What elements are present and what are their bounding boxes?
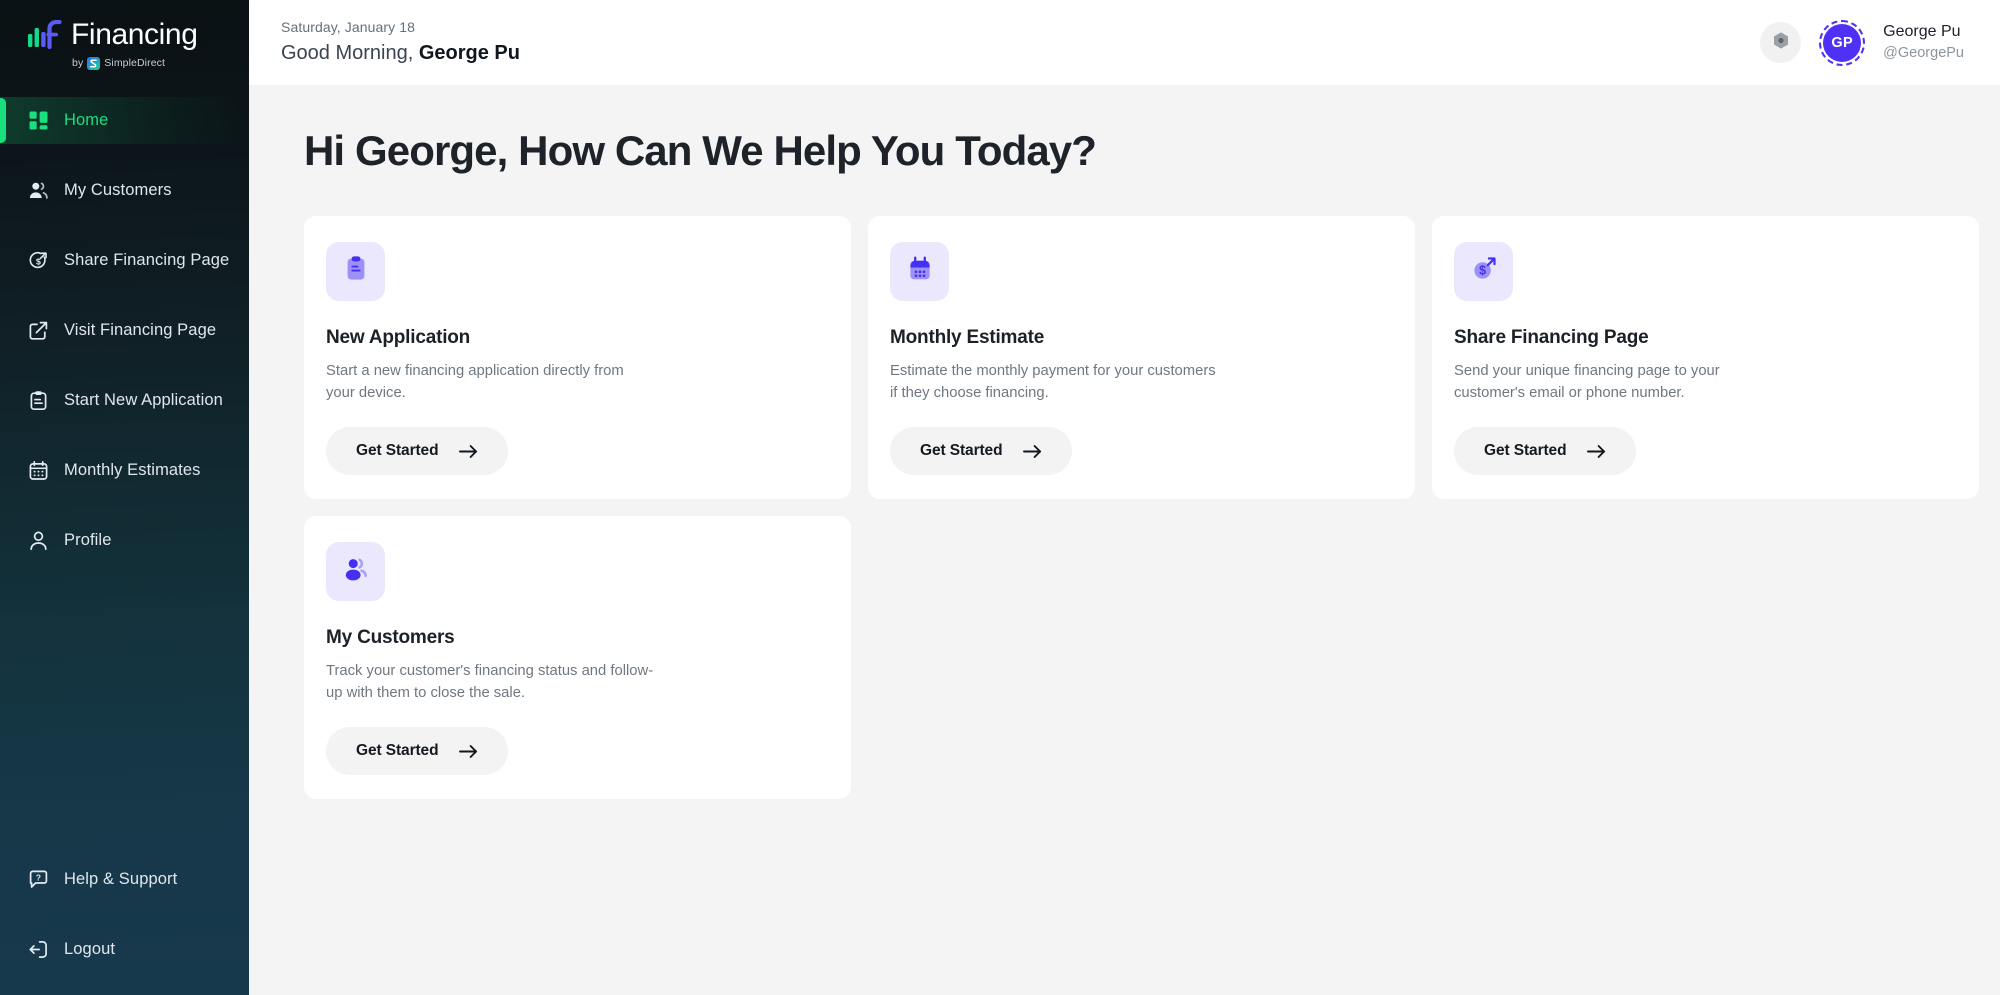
user-handle: @GeorgePu — [1883, 44, 1964, 61]
get-started-label: Get Started — [1484, 442, 1567, 459]
nav-gap — [0, 424, 249, 447]
get-started-button[interactable]: Get Started — [890, 427, 1073, 475]
app-root: Financing by SimpleDirect Home My Custom… — [0, 0, 2000, 995]
card-title: New Application — [326, 327, 471, 348]
card-icon-container — [326, 242, 385, 301]
clipboard-icon — [28, 390, 49, 411]
help-bubble-icon: ? — [28, 869, 49, 890]
settings-button[interactable] — [1760, 22, 1802, 63]
external-link-icon — [28, 320, 49, 341]
sidebar-item-label: Monthly Estimates — [64, 461, 201, 479]
card-description: Track your customer's financing status a… — [326, 663, 654, 702]
sidebar-item-label: Logout — [64, 940, 116, 958]
arrow-right-icon — [459, 744, 478, 759]
calendar-icon — [28, 460, 49, 481]
nav-gap — [0, 354, 249, 377]
greeting-user-name: George Pu — [418, 41, 520, 64]
sidebar-item-label: Share Financing Page — [64, 251, 230, 269]
card-title: Monthly Estimate — [890, 327, 1045, 348]
users-icon — [28, 180, 49, 201]
calendar-icon — [905, 254, 935, 289]
topbar-right: GP George Pu @GeorgePu — [1760, 19, 1964, 66]
sidebar-item-share-financing-page[interactable]: $ Share Financing Page — [0, 237, 236, 284]
sidebar-item-label: Visit Financing Page — [64, 321, 217, 339]
sidebar-item-label: Home — [64, 111, 109, 129]
nav-gap — [0, 144, 249, 167]
clipboard-icon — [341, 254, 371, 289]
action-card-grid: New Application Start a new financing ap… — [304, 216, 1999, 799]
arrow-right-icon — [459, 444, 478, 459]
user-meta[interactable]: George Pu @GeorgePu — [1883, 22, 1964, 63]
current-date: Saturday, January 18 — [281, 19, 416, 36]
gear-icon — [1770, 30, 1792, 55]
card-title: My Customers — [326, 627, 455, 648]
dollar-share-icon: $ — [1469, 254, 1499, 289]
avatar-ring — [1819, 19, 1866, 66]
simpledirect-logo-icon — [87, 57, 101, 70]
content-area: Hi George, How Can We Help You Today? Ne… — [249, 85, 2000, 995]
sidebar-nav: Home My Customers $ Share Financing Page… — [0, 97, 249, 564]
nav-gap — [0, 284, 249, 307]
card-description: Send your unique financing page to your … — [1454, 363, 1720, 402]
sidebar-item-label: Profile — [64, 531, 112, 549]
sidebar-bottom-nav: ? Help & Support Logout — [0, 856, 249, 995]
sidebar-item-my-customers[interactable]: My Customers — [0, 167, 236, 214]
svg-text:$: $ — [36, 256, 41, 266]
card-share-financing-page[interactable]: $ Share Financing Page Send your unique … — [1432, 216, 1979, 499]
byline-company: SimpleDirect — [104, 56, 166, 69]
nav-gap — [0, 214, 249, 237]
card-icon-container — [890, 242, 949, 301]
card-icon-container: $ — [1454, 242, 1513, 301]
sidebar-item-profile[interactable]: Profile — [0, 517, 236, 564]
greeting-text: Good Morning, George Pu — [281, 40, 520, 67]
card-monthly-estimate[interactable]: Monthly Estimate Estimate the monthly pa… — [868, 216, 1415, 499]
page-title: Hi George, How Can We Help You Today? — [304, 127, 1097, 174]
avatar[interactable]: GP — [1819, 19, 1866, 66]
logout-icon — [28, 939, 49, 960]
card-new-application[interactable]: New Application Start a new financing ap… — [304, 216, 851, 499]
arrow-right-icon — [1023, 444, 1042, 459]
card-title: Share Financing Page — [1454, 327, 1649, 348]
sidebar-item-label: Help & Support — [64, 870, 178, 888]
topbar: Saturday, January 18 Good Morning, Georg… — [249, 0, 2000, 85]
get-started-label: Get Started — [356, 742, 439, 759]
sidebar-item-label: Start New Application — [64, 391, 223, 409]
card-icon-container — [326, 542, 385, 601]
user-name: George Pu — [1883, 23, 1961, 41]
sidebar-item-logout[interactable]: Logout — [0, 926, 236, 973]
sidebar-item-home[interactable]: Home — [0, 97, 236, 144]
sidebar-item-visit-financing-page[interactable]: Visit Financing Page — [0, 307, 236, 354]
brand-byline: by SimpleDirect — [72, 56, 249, 70]
get-started-button[interactable]: Get Started — [326, 427, 509, 475]
user-icon — [28, 530, 49, 551]
arrow-right-icon — [1587, 444, 1606, 459]
sidebar-item-label: My Customers — [64, 181, 172, 199]
financing-logo-icon — [28, 20, 62, 50]
brand-name: Financing — [71, 18, 198, 51]
sidebar-item-monthly-estimates[interactable]: Monthly Estimates — [0, 447, 236, 494]
greeting-block: Saturday, January 18 Good Morning, Georg… — [281, 18, 520, 67]
svg-text:?: ? — [36, 872, 41, 882]
get-started-label: Get Started — [920, 442, 1003, 459]
get-started-button[interactable]: Get Started — [326, 727, 509, 775]
card-description: Start a new financing application direct… — [326, 363, 624, 402]
card-my-customers[interactable]: My Customers Track your customer's finan… — [304, 516, 851, 799]
nav-gap — [0, 494, 249, 517]
grid-icon — [28, 110, 49, 131]
brand-logo[interactable]: Financing by SimpleDirect — [0, 0, 249, 83]
sidebar-item-help-support[interactable]: ? Help & Support — [0, 856, 236, 903]
sidebar-item-start-new-application[interactable]: Start New Application — [0, 377, 236, 424]
main-area: Saturday, January 18 Good Morning, Georg… — [249, 0, 2000, 995]
svg-text:$: $ — [1479, 263, 1486, 277]
sidebar: Financing by SimpleDirect Home My Custom… — [0, 0, 249, 995]
get-started-label: Get Started — [356, 442, 439, 459]
dollar-share-icon: $ — [28, 250, 49, 271]
byline-prefix: by — [72, 56, 84, 69]
greeting-prefix: Good Morning, — [281, 41, 414, 64]
get-started-button[interactable]: Get Started — [1454, 427, 1637, 475]
users-icon — [341, 554, 371, 589]
card-description: Estimate the monthly payment for your cu… — [890, 363, 1216, 402]
